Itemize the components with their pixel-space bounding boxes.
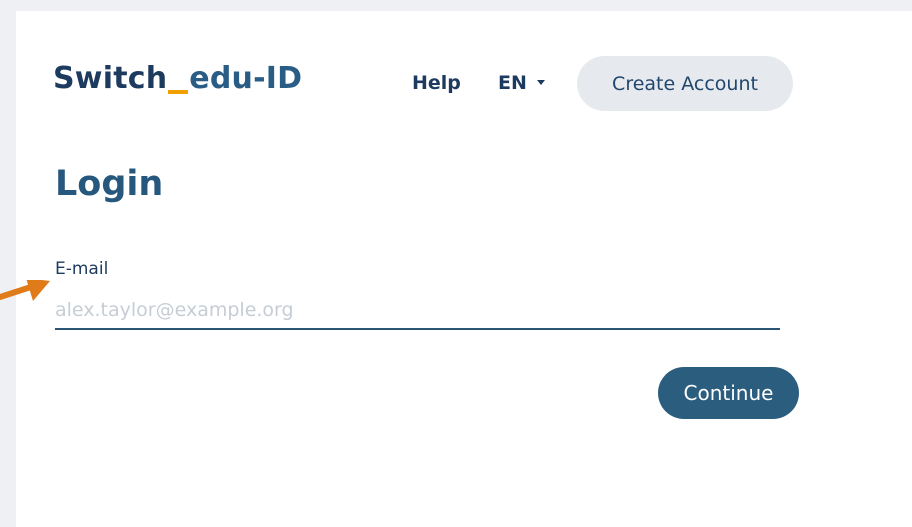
continue-button[interactable]: Continue	[658, 367, 799, 419]
page-title: Login	[55, 164, 164, 204]
create-account-button[interactable]: Create Account	[577, 56, 793, 111]
chevron-down-icon	[536, 80, 545, 85]
logo-underscore	[168, 90, 189, 94]
email-field[interactable]	[55, 292, 780, 330]
help-link[interactable]: Help	[412, 72, 461, 94]
arrow-pointer-icon	[0, 280, 50, 301]
logo-switch-text: Switch	[53, 61, 168, 96]
login-card: Switch edu-ID Help EN Create Account Logi…	[16, 11, 912, 527]
language-selector[interactable]: EN	[498, 72, 545, 94]
language-label: EN	[498, 72, 527, 94]
email-label: E-mail	[55, 259, 109, 279]
switch-edu-id-logo[interactable]: Switch edu-ID	[53, 61, 302, 96]
logo-eduid-text: edu-ID	[189, 61, 303, 96]
